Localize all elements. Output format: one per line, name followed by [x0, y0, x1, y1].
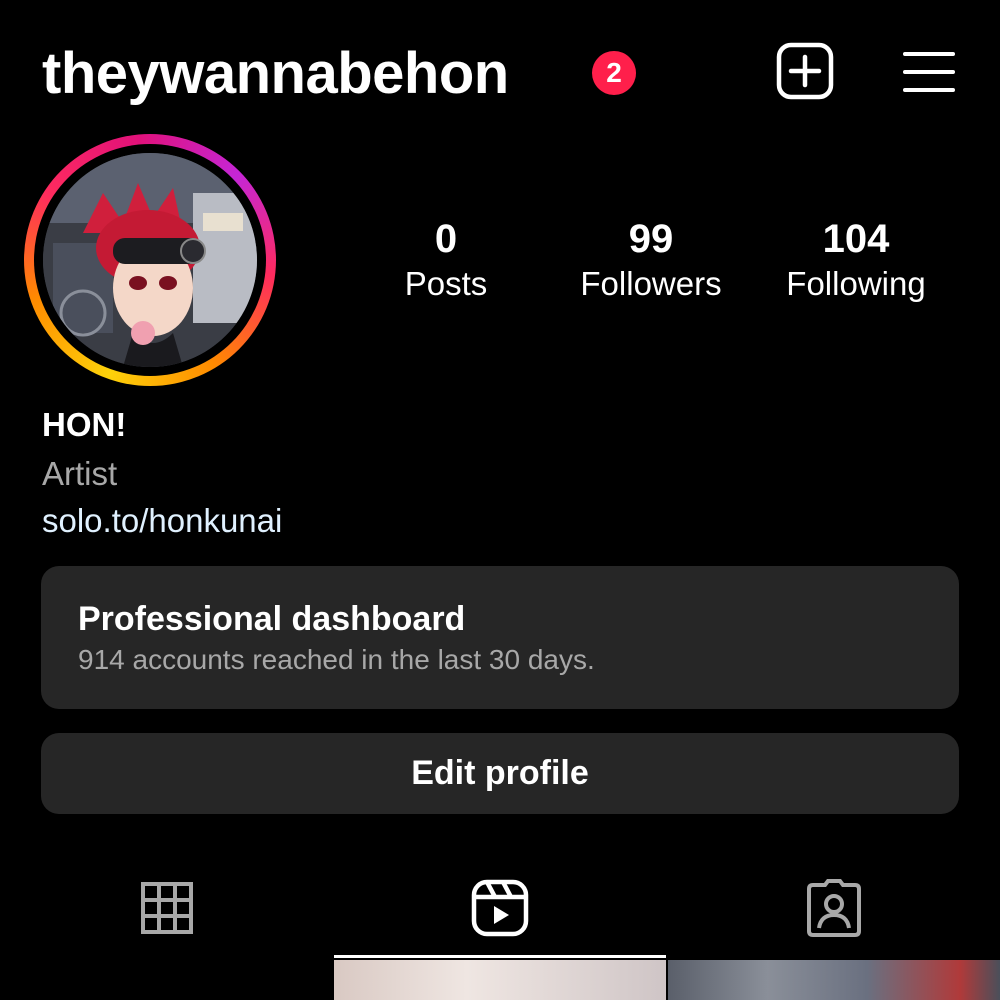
profile-username[interactable]: theywannabehon	[42, 40, 509, 108]
tab-reels[interactable]	[333, 868, 666, 948]
following-label: Following	[786, 265, 926, 302]
tagged-person-icon	[806, 879, 861, 937]
reel-thumbnail[interactable]	[334, 960, 666, 1000]
dashboard-title: Professional dashboard	[78, 600, 466, 638]
active-tab-indicator	[334, 955, 666, 958]
followers-count: 99	[628, 217, 674, 261]
bio-link[interactable]: solo.to/honkunai	[42, 500, 282, 542]
stat-followers[interactable]: 99 Followers	[551, 216, 751, 304]
edit-profile-button[interactable]: Edit profile	[41, 733, 959, 814]
avatar	[43, 153, 257, 367]
profile-category: Artist	[42, 455, 118, 492]
tab-tagged[interactable]	[667, 868, 1000, 948]
create-post-button[interactable]	[776, 42, 834, 100]
display-name: HON!	[42, 406, 127, 443]
tab-grid[interactable]	[0, 868, 333, 948]
grid-icon	[140, 882, 193, 934]
following-count: 104	[822, 217, 890, 261]
hamburger-menu-icon	[903, 52, 955, 92]
story-ring[interactable]	[24, 134, 276, 386]
notification-badge[interactable]: 2	[592, 51, 636, 95]
followers-label: Followers	[580, 265, 722, 302]
reel-thumbnail[interactable]	[668, 960, 1000, 1000]
stat-following[interactable]: 104 Following	[756, 216, 956, 304]
plus-square-icon	[776, 42, 834, 100]
posts-label: Posts	[404, 265, 488, 302]
reels-icon	[471, 879, 528, 937]
posts-count: 0	[434, 217, 458, 261]
avatar-illustration	[43, 153, 257, 367]
dashboard-subtitle: 914 accounts reached in the last 30 days…	[78, 644, 595, 675]
professional-dashboard-card[interactable]: Professional dashboard 914 accounts reac…	[41, 566, 959, 709]
stat-posts: 0 Posts	[346, 216, 546, 304]
menu-button[interactable]	[902, 50, 956, 94]
